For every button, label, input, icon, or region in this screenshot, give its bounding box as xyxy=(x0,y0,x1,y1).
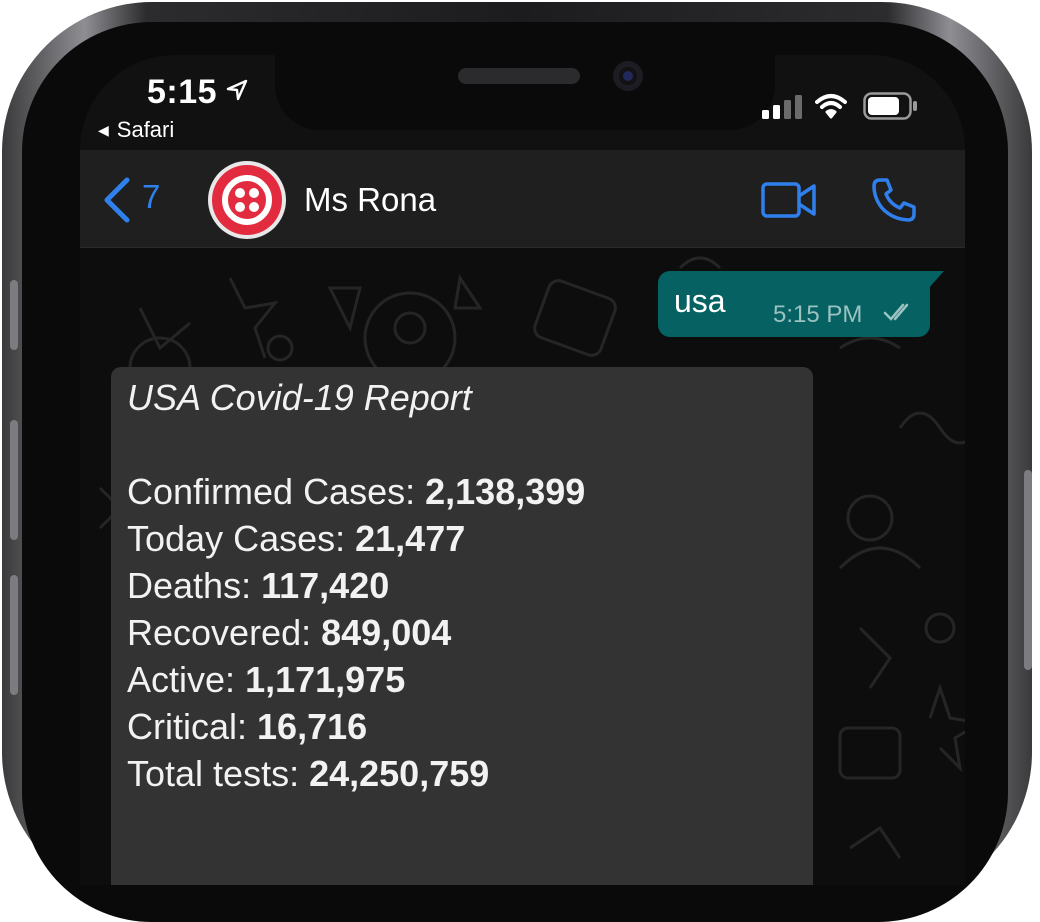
stat-row: Active: 1,171,975 xyxy=(127,659,405,701)
avatar-logo xyxy=(212,165,282,235)
stat-row: Total tests: 24,250,759 xyxy=(127,753,489,795)
volume-up-button xyxy=(10,420,18,540)
volume-down-button xyxy=(10,575,18,695)
notch xyxy=(275,55,775,130)
chat-area[interactable]: usa 5:15 PM USA Covid-19 Report Confirme… xyxy=(80,248,965,885)
stat-value: 16,716 xyxy=(257,706,368,747)
location-arrow-icon xyxy=(226,79,248,101)
outgoing-message-text: usa xyxy=(674,283,726,319)
outgoing-message[interactable]: usa 5:15 PM xyxy=(658,271,944,337)
read-receipt-icon xyxy=(883,303,909,321)
silent-switch xyxy=(10,280,18,350)
back-triangle-icon: ◀ xyxy=(98,122,109,138)
stat-label: Active: xyxy=(127,659,236,700)
phone-icon[interactable] xyxy=(870,176,918,224)
contact-name[interactable]: Ms Rona xyxy=(304,181,436,219)
chevron-left-icon[interactable] xyxy=(102,177,132,223)
stat-row: Today Cases: 21,477 xyxy=(127,518,465,560)
stat-label: Today Cases: xyxy=(127,518,346,559)
stat-value: 1,171,975 xyxy=(245,659,406,700)
stat-label: Total tests: xyxy=(127,753,300,794)
avatar[interactable] xyxy=(208,161,286,239)
stat-row: Deaths: 117,420 xyxy=(127,565,389,607)
stat-value: 849,004 xyxy=(321,612,452,653)
stat-label: Deaths: xyxy=(127,565,252,606)
stat-value: 24,250,759 xyxy=(309,753,490,794)
stat-row: Confirmed Cases: 2,138,399 xyxy=(127,471,585,513)
status-time: 5:15 xyxy=(147,73,218,111)
back-app-label: Safari xyxy=(116,117,175,142)
stat-label: Recovered: xyxy=(127,612,312,653)
earpiece-speaker xyxy=(458,68,580,84)
stat-value: 21,477 xyxy=(355,518,466,559)
incoming-message[interactable]: USA Covid-19 Report Confirmed Cases: 2,1… xyxy=(111,367,813,885)
stat-value: 117,420 xyxy=(261,565,390,606)
front-camera xyxy=(613,61,643,91)
unread-count[interactable]: 7 xyxy=(142,178,160,216)
back-to-safari-link[interactable]: ◀ Safari xyxy=(98,117,174,143)
signal-icon xyxy=(762,95,802,119)
chat-header: 7 Ms Rona xyxy=(80,150,965,248)
wifi-icon xyxy=(815,94,847,119)
stat-label: Critical: xyxy=(127,706,248,747)
video-call-icon[interactable] xyxy=(760,180,818,220)
outgoing-message-time: 5:15 PM xyxy=(773,301,863,328)
stat-label: Confirmed Cases: xyxy=(127,471,416,512)
battery-icon xyxy=(863,92,917,120)
stat-value: 2,138,399 xyxy=(425,471,586,512)
power-button xyxy=(1024,470,1032,670)
stat-row: Critical: 16,716 xyxy=(127,706,367,748)
stat-row: Recovered: 849,004 xyxy=(127,612,451,654)
phone-screen: 5:15 ◀ Safari 7 Ms Rona usa 5:15 PM USA … xyxy=(80,55,965,885)
twilio-logo-icon xyxy=(222,175,272,225)
report-title: USA Covid-19 Report xyxy=(127,377,472,418)
